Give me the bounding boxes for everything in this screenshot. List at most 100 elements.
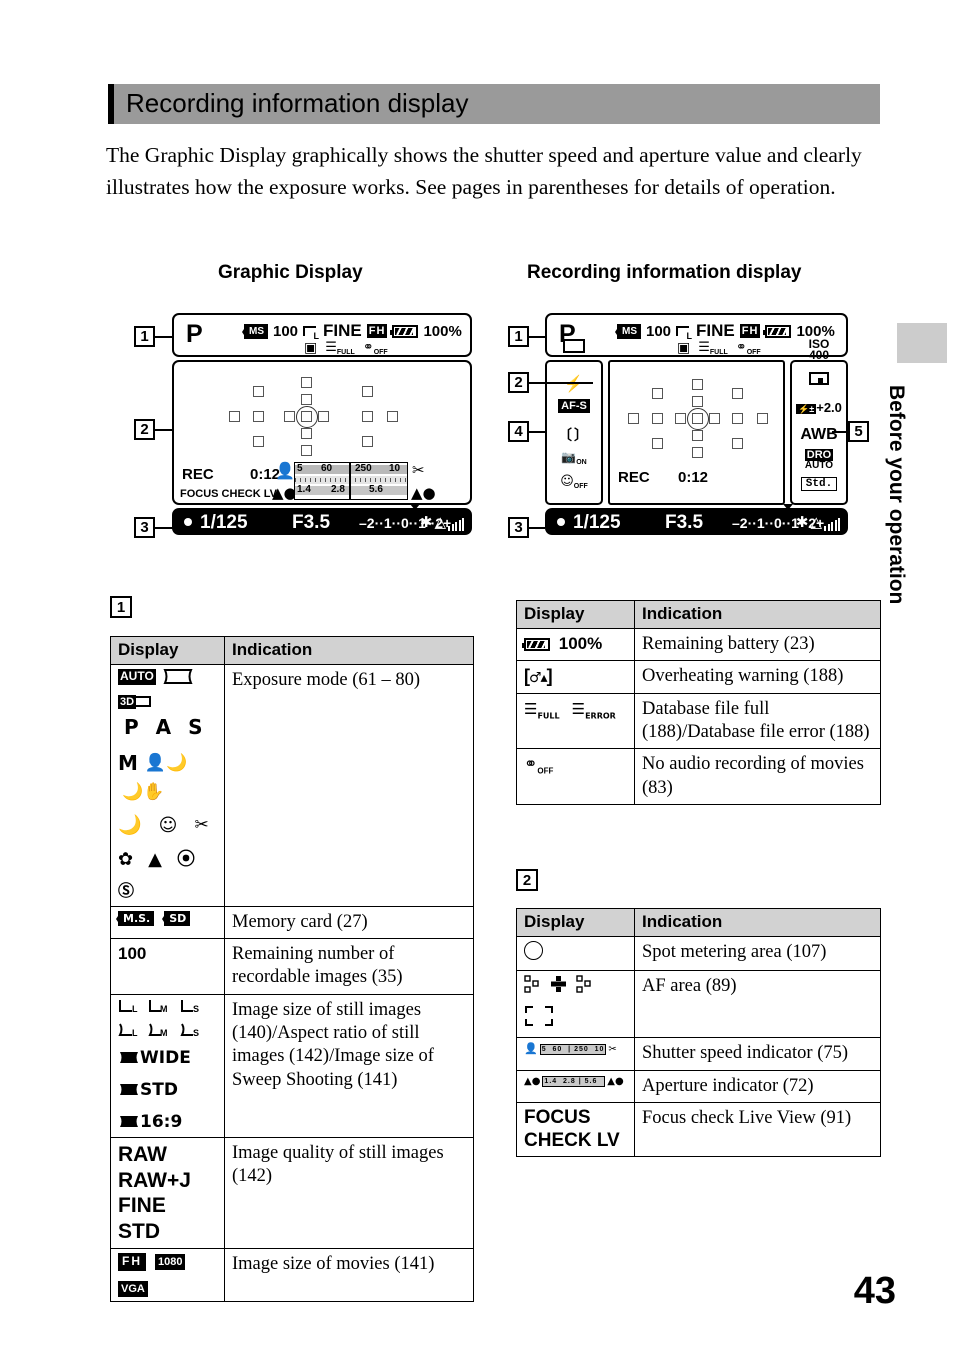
- 3d-sweep-icon: 3D: [118, 694, 152, 709]
- memory-stick-icon: MS: [615, 323, 641, 339]
- table-2: Display Indication Spot metering area (1…: [516, 908, 881, 1158]
- indication-cell: Memory card (27): [224, 905, 474, 940]
- steadyshot-icon: △: [810, 513, 822, 531]
- sd-card-icon: ▣: [304, 340, 318, 356]
- indication-cell: Overheating warning (188): [634, 660, 881, 694]
- col-indication: Indication: [634, 908, 881, 937]
- af-point: [628, 413, 639, 424]
- drive-mode-icon: [547, 339, 601, 356]
- metering-mode-icon: [792, 372, 846, 388]
- flash-icon: ✱: [419, 513, 433, 531]
- callout-right-3-leader: [529, 527, 545, 529]
- focus-indicator-dot: [184, 518, 192, 526]
- spot-metering-circle-icon: [296, 406, 318, 428]
- svg-text:S: S: [193, 1004, 199, 1013]
- database-full-icon: ☰FULL: [325, 340, 355, 356]
- shutter-speed-value: 1/125: [200, 512, 248, 533]
- af-point: [675, 413, 686, 424]
- table-1-left: Display Indication AUTO 3D P A S M 👤🌙 🌙✋…: [110, 636, 474, 1303]
- remaining-images-value-2: 100: [646, 322, 672, 340]
- sweep-std-icon: STD: [118, 1079, 178, 1101]
- database-full-icon: ☰FULL: [524, 699, 560, 721]
- quality-value-2: FINE: [696, 321, 735, 340]
- table-row: 100% Remaining battery (23): [516, 627, 881, 662]
- sunset-icon: ☺: [158, 814, 178, 836]
- indication-cell: Image size of still images (140)/Aspect …: [224, 993, 474, 1139]
- callout-right-5: 5: [848, 421, 869, 442]
- table-1-left-section-label: 1: [110, 596, 132, 618]
- af-point: [652, 413, 663, 424]
- indication-cell: Image quality of still images (142): [224, 1137, 474, 1250]
- macro-icon: ✿: [118, 848, 134, 870]
- sweep-panorama-icon: [163, 669, 193, 685]
- shutter-speed-scale-icon: 5 60 | 250 10: [539, 1043, 607, 1055]
- ratio-S-icon: S: [180, 1023, 202, 1037]
- mic-off-icon: ⚭OFF: [524, 754, 554, 776]
- af-point: [253, 411, 264, 422]
- callout-right-4-leader: [529, 431, 545, 433]
- table-2-section-label: 2: [516, 869, 538, 891]
- display-cell-mic-off: ⚭OFF: [516, 748, 635, 805]
- af-point: [732, 388, 743, 399]
- callout-left-3-leader: [155, 527, 173, 529]
- movie-fh-icon: FH: [366, 324, 388, 338]
- af-point: [692, 396, 703, 407]
- face-detect-icon: 📷ON: [561, 450, 587, 467]
- af-point: [387, 411, 398, 422]
- callout-left-1-leader: [155, 336, 173, 338]
- af-area-bracket-icon: [524, 1005, 627, 1033]
- signal-bars-icon: [448, 517, 464, 531]
- ev-marker-icon: [410, 504, 420, 510]
- movie-fh-icon: FH: [118, 1253, 146, 1272]
- margin-tab-label: Before your operation: [885, 385, 908, 605]
- page-title: Recording information display: [126, 88, 469, 118]
- af-area-icon: 〔〕: [558, 427, 590, 443]
- ratio-M-icon: M: [148, 1023, 172, 1037]
- table-row: L M S L M S WIDE STD 16:9 Image size of …: [110, 993, 474, 1139]
- sd-card-icon: SD: [162, 910, 191, 926]
- scale-ticks: [295, 476, 407, 484]
- exposure-mode-value: P: [186, 320, 203, 348]
- manual-mode: M: [118, 750, 138, 775]
- callout-left-3: 3: [134, 517, 155, 538]
- aperture-value: F3.5: [292, 512, 331, 533]
- battery-percent-value: 100%: [558, 634, 603, 653]
- anti-blur-icon: ⦿: [176, 848, 195, 870]
- af-point: [692, 379, 703, 390]
- col-indication: Indication: [224, 636, 474, 665]
- indication-cell: Spot metering area (107): [634, 935, 881, 972]
- database-error-icon: ☰ERROR: [571, 699, 616, 721]
- display-cell-exposure-modes: AUTO 3D P A S M 👤🌙 🌙✋ 🌙 ☺ ✂ ✿ ▲ ⦿ Ⓢ: [110, 664, 225, 907]
- af-point: [301, 445, 312, 456]
- display-cell-image-size: L M S L M S WIDE STD 16:9: [110, 993, 225, 1139]
- top-bar-row-2-2: ▣ ☰FULL ⚭OFF: [677, 340, 761, 356]
- display-cell-battery: 100%: [516, 627, 635, 662]
- bokeh-near-icon: ▲●: [272, 484, 297, 502]
- callout-left-2-leader: [155, 429, 173, 431]
- col-indication: Indication: [634, 600, 881, 629]
- night-view-icon: 🌙: [118, 813, 142, 836]
- indication-cell: No audio recording of movies (83): [634, 748, 881, 805]
- table-row: Spot metering area (107): [516, 935, 881, 972]
- table-row: ☰FULL ☰ERROR Database file full (188)/Da…: [516, 692, 881, 750]
- focus-indicator-dot: [557, 518, 565, 526]
- rec-timer-2: 0:12: [678, 469, 709, 486]
- sweep-wide-icon: WIDE: [118, 1047, 191, 1069]
- indication-cell: Focus check Live View (91): [634, 1101, 881, 1158]
- iso-value: ISO 400: [808, 337, 830, 362]
- col-display: Display: [516, 908, 635, 937]
- display-cell-aperture-indicator: ▲● 1.4 2.8 | 5.6 ▲●: [516, 1069, 635, 1103]
- svg-text:S: S: [193, 1028, 199, 1037]
- af-point: [692, 430, 703, 441]
- af-point: [318, 411, 329, 422]
- movie-fh-icon: FH: [739, 324, 761, 338]
- rec-label: REC: [182, 466, 214, 483]
- focus-check-lv-label: FOCUS CHECK LV: [180, 488, 277, 500]
- section-header: Recording information display: [108, 84, 880, 124]
- table-1-right: Display Indication 100% Remaining batter…: [516, 600, 881, 805]
- col-display: Display: [516, 600, 635, 629]
- indication-cell: Aperture indicator (72): [634, 1069, 881, 1103]
- callout-right-4: 4: [508, 421, 529, 442]
- af-point: [229, 411, 240, 422]
- top-bar-row-2: ▣ ☰FULL ⚭OFF: [304, 340, 388, 356]
